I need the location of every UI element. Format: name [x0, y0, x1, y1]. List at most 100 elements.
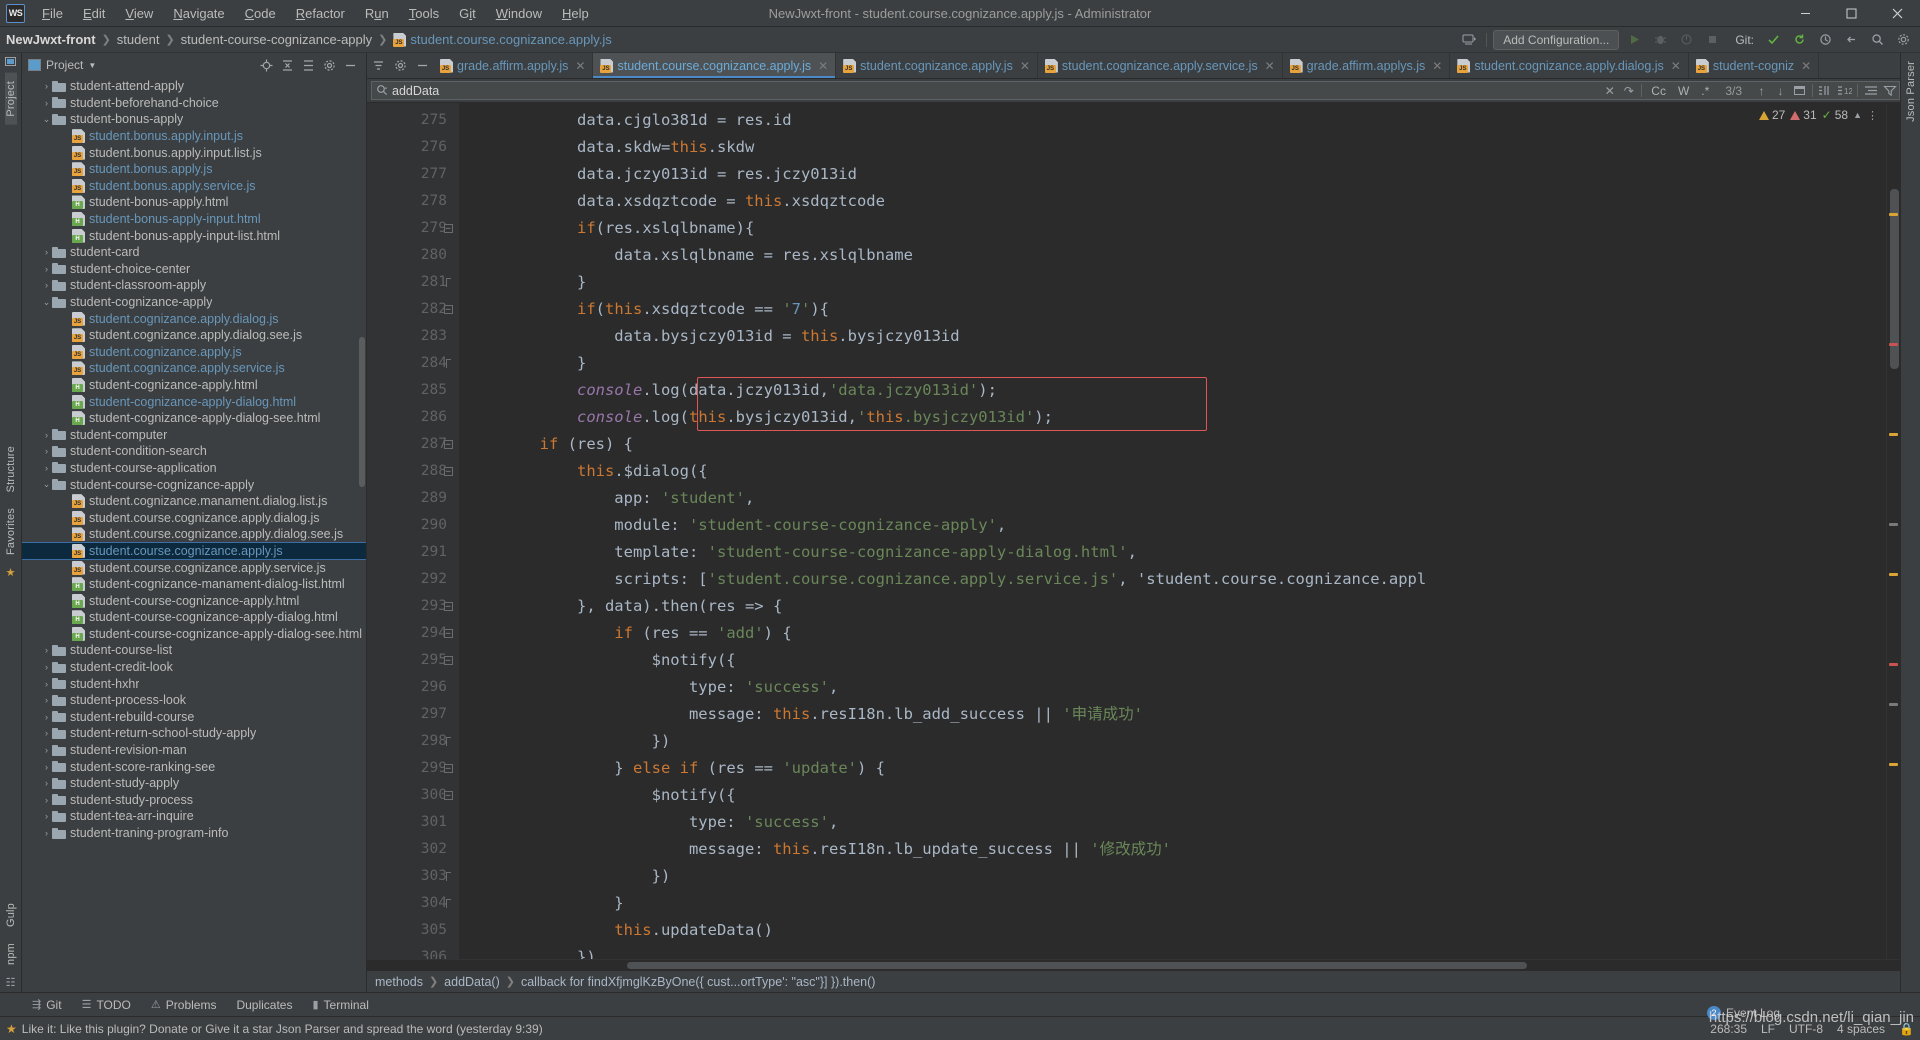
tree-file-row[interactable]: Hstudent-course-cognizance-apply-dialog-…: [22, 626, 366, 643]
code-line[interactable]: module: 'student-course-cognizance-apply…: [459, 512, 1886, 539]
whole-words-option[interactable]: W: [1672, 84, 1695, 98]
rollback-icon[interactable]: [1840, 30, 1862, 50]
code-line[interactable]: type: 'success',: [459, 809, 1886, 836]
bottom-tab-terminal[interactable]: ▮ Terminal: [302, 993, 378, 1016]
run-icon[interactable]: [1623, 30, 1645, 50]
tree-folder-row[interactable]: › student-attend-apply: [22, 78, 366, 95]
breadcrumb-methods[interactable]: methods: [375, 975, 423, 989]
editor-tab[interactable]: JS student.course.cognizance.apply.js ✕: [593, 53, 837, 78]
tree-folder-row[interactable]: › student-study-apply: [22, 775, 366, 792]
chevron-right-icon[interactable]: ›: [41, 712, 52, 722]
hide-icon[interactable]: [341, 56, 360, 75]
fold-marker[interactable]: [440, 809, 456, 836]
update-icon[interactable]: [1788, 30, 1810, 50]
editor-vertical-scrollbar[interactable]: [1890, 189, 1899, 369]
debug-icon[interactable]: [1649, 30, 1671, 50]
code-line[interactable]: }, data).then(res => {: [459, 593, 1886, 620]
breadcrumb-adddata[interactable]: addData(): [444, 975, 500, 989]
menu-item-run[interactable]: Run: [355, 3, 399, 24]
fold-marker[interactable]: [440, 539, 456, 566]
locate-icon[interactable]: [257, 56, 276, 75]
code-line[interactable]: }): [459, 863, 1886, 890]
fold-marker[interactable]: [440, 485, 456, 512]
hide-tabs-icon[interactable]: [411, 53, 433, 78]
fold-marker[interactable]: [440, 890, 456, 917]
close-tab-icon[interactable]: ✕: [1265, 59, 1275, 73]
next-match-icon[interactable]: ↓: [1771, 81, 1790, 100]
chevron-right-icon[interactable]: ›: [41, 662, 52, 672]
bottom-tab-git[interactable]: ⇶ Git: [22, 993, 72, 1016]
breadcrumb-item-module[interactable]: student-course-cognizance-apply: [181, 32, 373, 47]
clear-icon[interactable]: ✕: [1600, 81, 1619, 100]
tab-settings-icon[interactable]: [389, 53, 411, 78]
tree-folder-row[interactable]: › student-traning-program-info: [22, 825, 366, 842]
code-line[interactable]: data.xsdqztcode = this.xsdqztcode: [459, 188, 1886, 215]
code-content[interactable]: data.cjglo381d = res.id data.skdw=this.s…: [459, 103, 1886, 959]
tree-folder-row[interactable]: › student-hxhr: [22, 675, 366, 692]
sort-tabs-icon[interactable]: [367, 53, 389, 78]
match-case-option[interactable]: Cc: [1645, 84, 1672, 98]
tree-folder-row[interactable]: › student-course-application: [22, 460, 366, 477]
tree-folder-row[interactable]: › student-process-look: [22, 692, 366, 709]
code-line[interactable]: this.$dialog({: [459, 458, 1886, 485]
fold-marker[interactable]: ─: [440, 755, 456, 782]
chevron-right-icon[interactable]: ›: [41, 247, 52, 257]
tree-file-row[interactable]: Hstudent-bonus-apply-input.html: [22, 211, 366, 228]
chevron-right-icon[interactable]: ›: [41, 728, 52, 738]
fold-marker[interactable]: [440, 674, 456, 701]
bottom-tab-problems[interactable]: ⚠ Problems: [141, 993, 227, 1016]
chevron-right-icon[interactable]: ›: [41, 446, 52, 456]
fold-marker[interactable]: [440, 107, 456, 134]
close-tab-icon[interactable]: ✕: [818, 59, 828, 73]
main-menu[interactable]: File Edit View Navigate Code Refactor Ru…: [32, 3, 599, 24]
code-line[interactable]: } else if (res == 'update') {: [459, 755, 1886, 782]
expand-icon[interactable]: [299, 56, 318, 75]
code-line[interactable]: data.xslqlbname = res.xslqlbname: [459, 242, 1886, 269]
fold-marker[interactable]: [440, 377, 456, 404]
sidebar-item-structure[interactable]: Structure: [5, 438, 17, 500]
menu-item-view[interactable]: View: [115, 3, 163, 24]
chevron-right-icon[interactable]: ›: [41, 463, 52, 473]
chevron-right-icon[interactable]: ›: [41, 645, 52, 655]
tree-file-row[interactable]: JS student.cognizance.apply.dialog.see.js: [22, 327, 366, 344]
sidebar-item-favorites[interactable]: Favorites: [5, 500, 17, 563]
code-line[interactable]: if(this.xsdqztcode == '7'){: [459, 296, 1886, 323]
history-icon[interactable]: [1814, 30, 1836, 50]
close-tab-icon[interactable]: ✕: [1671, 59, 1681, 73]
editor-tab[interactable]: JS student.cognizance.apply.dialog.js ✕: [1450, 53, 1689, 78]
fold-marker[interactable]: [440, 134, 456, 161]
tree-file-row[interactable]: JS student.course.cognizance.apply.js: [22, 541, 366, 561]
fold-marker[interactable]: ─: [440, 431, 456, 458]
fold-marker[interactable]: ─: [440, 458, 456, 485]
add-configuration-button[interactable]: Add Configuration...: [1493, 29, 1620, 50]
project-tree[interactable]: › student-attend-apply › student-beforehand…: [22, 77, 366, 992]
code-line[interactable]: if (res) {: [459, 431, 1886, 458]
tree-folder-row[interactable]: › student-card: [22, 244, 366, 261]
tree-file-row[interactable]: JS student.bonus.apply.service.js: [22, 178, 366, 195]
project-tree-scrollbar[interactable]: [359, 337, 365, 487]
fold-marker[interactable]: [440, 242, 456, 269]
sidebar-item-project[interactable]: Project: [4, 73, 17, 125]
chevron-right-icon[interactable]: ›: [41, 81, 52, 91]
bottom-tab-duplicates[interactable]: Duplicates: [226, 993, 302, 1016]
code-line[interactable]: data.bysjczy013id = this.bysjczy013id: [459, 323, 1886, 350]
profile-icon[interactable]: [1675, 30, 1697, 50]
fold-marker[interactable]: ─: [440, 782, 456, 809]
fold-marker[interactable]: [440, 269, 456, 296]
menu-item-window[interactable]: Window: [486, 3, 552, 24]
close-tab-icon[interactable]: ✕: [1801, 59, 1811, 73]
tree-folder-row[interactable]: › student-score-ranking-see: [22, 758, 366, 775]
code-line[interactable]: }): [459, 944, 1886, 959]
chevron-down-icon[interactable]: ▼: [88, 61, 96, 70]
fold-marker[interactable]: ─: [440, 620, 456, 647]
menu-item-edit[interactable]: Edit: [73, 3, 115, 24]
bottom-tab-todo[interactable]: ☰ TODO: [72, 993, 141, 1016]
tree-file-row[interactable]: JS student.course.cognizance.apply.dialog…: [22, 509, 366, 526]
fold-marker[interactable]: [440, 728, 456, 755]
tree-file-row[interactable]: JS student.bonus.apply.input.js: [22, 128, 366, 145]
editor-tab[interactable]: JS student.cognizance.apply.service.js ✕: [1038, 53, 1283, 78]
tree-folder-row[interactable]: › student-tea-arr-inquire: [22, 808, 366, 825]
chevron-right-icon[interactable]: ›: [41, 828, 52, 838]
code-line[interactable]: if (res == 'add') {: [459, 620, 1886, 647]
tree-folder-row[interactable]: › student-study-process: [22, 792, 366, 809]
